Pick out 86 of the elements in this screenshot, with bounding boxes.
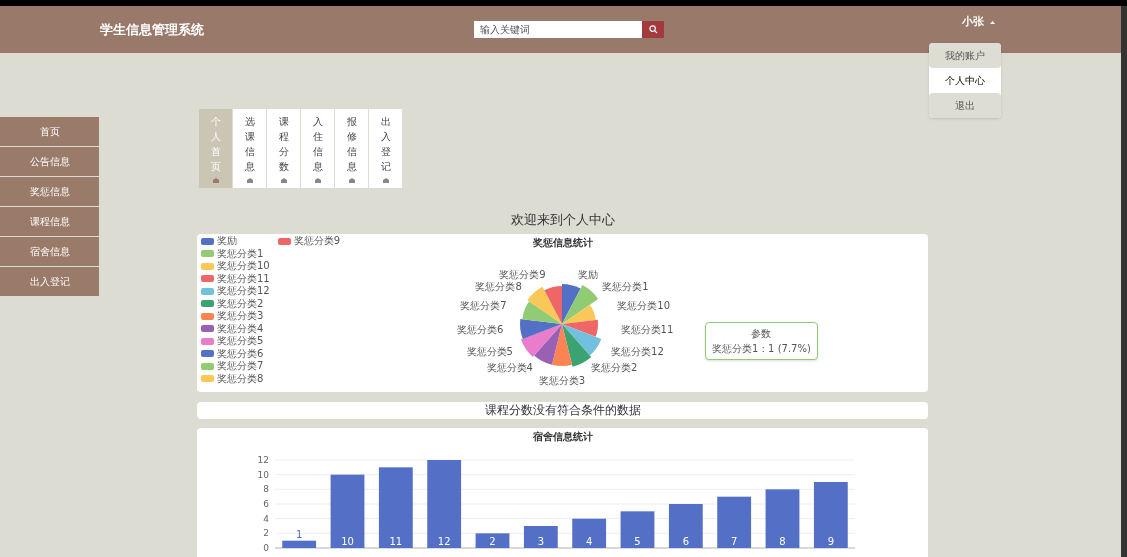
slice-label: 奖惩分类8 — [475, 280, 522, 292]
sidebar-item[interactable]: 课程信息 — [0, 207, 99, 236]
slice-label: 奖惩分类2 — [591, 362, 638, 374]
axis-tick: 8 — [263, 484, 269, 495]
bar-value: 11 — [389, 536, 403, 547]
tab[interactable]: 入住信息 — [301, 109, 334, 188]
bar-value: 2 — [489, 536, 496, 547]
bar-value: 12 — [437, 536, 451, 547]
tab[interactable]: 报修信息 — [335, 109, 368, 188]
bar — [765, 489, 800, 548]
axis-tick: 10 — [257, 469, 269, 480]
slice-label: 奖惩分类5 — [466, 346, 513, 358]
house-icon — [212, 178, 219, 183]
bar — [282, 540, 317, 548]
bar — [475, 533, 510, 548]
slice-label: 奖惩分类1 — [602, 280, 649, 292]
bar — [523, 526, 558, 548]
legend-label: 奖惩分类8 — [217, 372, 264, 385]
sidebar-item[interactable]: 出入登记 — [0, 267, 99, 296]
sidebar-item[interactable]: 宿舍信息 — [0, 237, 99, 266]
axis-tick: 4 — [263, 513, 269, 524]
search-icon — [648, 25, 658, 34]
slice-label: 奖惩分类3 — [538, 375, 586, 386]
legend-label: 奖惩分类4 — [217, 322, 264, 335]
house-icon — [348, 178, 355, 183]
axis-tick: 0 — [263, 543, 269, 553]
slice-label: 奖惩分类12 — [611, 346, 664, 358]
menu-item[interactable]: 我的账户 — [929, 43, 1001, 68]
empty-message: 课程分数没有符合条件的数据 — [197, 402, 928, 419]
bar-value: 5 — [634, 536, 641, 547]
bar — [813, 482, 848, 548]
legend-label: 奖惩分类1 — [217, 247, 264, 260]
legend-label: 奖惩分类7 — [217, 360, 264, 373]
sidebar-item[interactable]: 公告信息 — [0, 147, 99, 176]
bar — [717, 496, 752, 548]
tab[interactable]: 选课信息 — [233, 109, 266, 188]
bar-value: 8 — [779, 536, 786, 547]
bar-value: 10 — [341, 536, 354, 547]
legend-label: 奖惩分类12 — [217, 285, 270, 298]
legend-label: 奖惩分类11 — [217, 272, 270, 285]
caret-icon — [990, 20, 995, 24]
bar — [572, 518, 607, 548]
bar — [620, 511, 655, 548]
axis-tick: 12 — [257, 455, 269, 465]
bar-value: 7 — [731, 536, 738, 547]
menu-item[interactable]: 个人中心 — [929, 68, 1001, 93]
bar-value: 1 — [296, 528, 303, 540]
bar-value: 6 — [682, 536, 689, 547]
house-icon — [382, 178, 389, 183]
house-icon — [314, 178, 321, 183]
legend-label: 奖惩分类2 — [217, 297, 264, 310]
chart-title: 宿舍信息统计 — [532, 430, 593, 444]
bar — [668, 504, 703, 548]
tooltip-title: 参数 — [750, 327, 773, 341]
search-field[interactable]: 输入关键词 — [474, 21, 642, 38]
slice-label: 奖惩分类4 — [486, 362, 533, 374]
bar-value: 4 — [586, 536, 593, 547]
search-button[interactable] — [642, 21, 664, 38]
user-menu-button[interactable]: 小张 — [962, 14, 995, 31]
slice-label: 奖惩分类10 — [617, 300, 671, 312]
legend-label: 奖惩分类9 — [293, 235, 341, 248]
tab[interactable]: 课程分数 — [267, 109, 300, 188]
bar-value: 3 — [537, 536, 544, 547]
axis-tick: 2 — [263, 528, 269, 539]
house-icon — [280, 178, 287, 183]
slice-label: 奖惩分类11 — [620, 324, 674, 336]
legend-label: 奖惩分类6 — [217, 347, 264, 360]
legend-label: 奖惩分类3 — [217, 310, 264, 323]
house-icon — [246, 178, 253, 183]
slice-label: 奖惩分类7 — [460, 300, 507, 312]
slice-label: 奖惩分类9 — [499, 269, 546, 281]
chart-title: 奖惩信息统计 — [532, 236, 593, 250]
welcome-heading: 欢迎来到个人中心 — [509, 211, 616, 229]
bar-value: 9 — [827, 536, 834, 547]
legend-label: 奖惩分类10 — [217, 260, 270, 273]
legend-label: 奖惩分类5 — [217, 335, 264, 348]
site-title: 学生信息管理系统 — [100, 20, 204, 39]
legend-label: 奖励 — [217, 235, 237, 248]
slice-label: 奖惩分类6 — [457, 324, 504, 336]
tab[interactable]: 出入登记 — [369, 109, 402, 188]
tooltip-text: 奖惩分类1 : 1 (7.7%) — [712, 342, 811, 356]
menu-item[interactable]: 退出 — [929, 93, 1001, 118]
slice-label: 奖励 — [578, 269, 599, 281]
sidebar-item[interactable]: 首页 — [0, 117, 99, 146]
sidebar-item[interactable]: 奖惩信息 — [0, 177, 99, 206]
axis-tick: 6 — [263, 499, 269, 509]
